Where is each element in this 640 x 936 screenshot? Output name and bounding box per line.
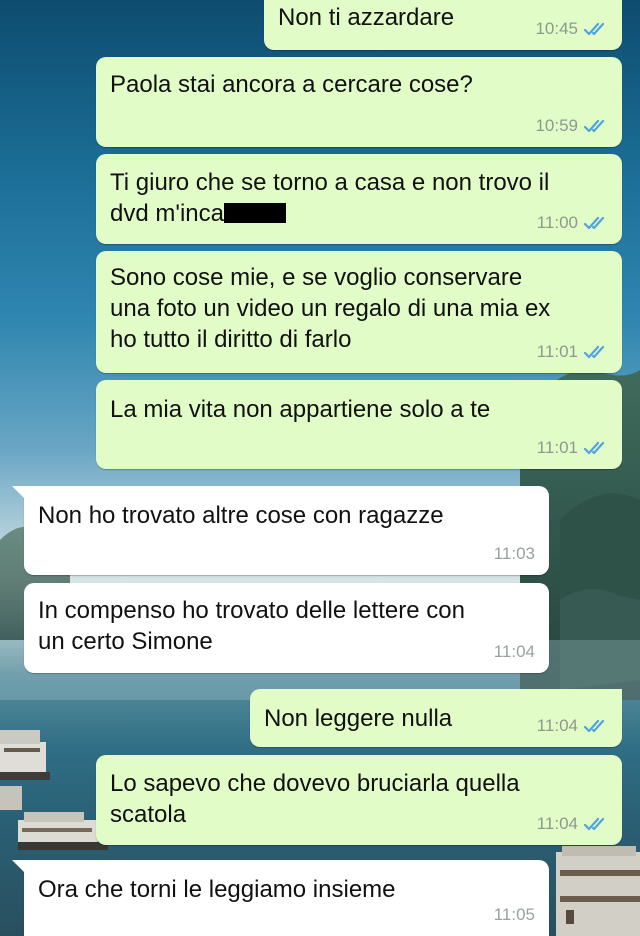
double-check-icon: [584, 22, 605, 35]
message-meta: 11:03: [494, 538, 535, 569]
message-text: Lo sapevo che dovevo bruciarla quella sc…: [110, 770, 520, 828]
bubble-tail: [12, 860, 26, 874]
message-time: 11:04: [493, 642, 535, 661]
double-check-icon: [584, 345, 605, 358]
message-outgoing[interactable]: Paola stai ancora a cercare cose? 10:59: [96, 57, 622, 147]
message-outgoing[interactable]: Non ti azzardare 10:45: [264, 0, 622, 50]
message-meta: 11:04: [494, 636, 535, 667]
message-text: Non ho trovato altre cose con ragazze: [38, 502, 444, 529]
message-text-visible: Ti giuro che se torno a casa e non trovo…: [110, 169, 550, 227]
message-meta: 10:59: [535, 110, 610, 141]
message-text: Sono cose mie, e se voglio conservare un…: [110, 264, 551, 353]
message-incoming[interactable]: In compenso ho trovato delle lettere con…: [24, 583, 549, 673]
message-time: 11:01: [536, 342, 578, 361]
message-text: La mia vita non appartiene solo a te: [110, 396, 491, 423]
message-time: 11:01: [536, 438, 578, 457]
message-meta: 11:05: [494, 899, 535, 930]
message-text: Paola stai ancora a cercare cose?: [110, 71, 473, 98]
bubble-tail: [12, 486, 26, 500]
message-outgoing[interactable]: Lo sapevo che dovevo bruciarla quella sc…: [96, 755, 622, 845]
message-time: 11:03: [493, 544, 535, 563]
message-meta: 11:04: [537, 808, 610, 839]
message-meta: 10:45: [535, 13, 610, 44]
message-outgoing[interactable]: Sono cose mie, e se voglio conservare un…: [96, 251, 622, 373]
message-time: 11:00: [536, 213, 578, 232]
message-incoming[interactable]: Ora che torni le leggiamo insieme 11:05: [12, 860, 549, 936]
double-check-icon: [584, 817, 605, 830]
message-incoming[interactable]: Non ho trovato altre cose con ragazze 11…: [12, 486, 549, 575]
message-meta: 11:01: [537, 336, 610, 367]
redaction-bar: [223, 203, 286, 223]
double-check-icon: [584, 719, 605, 732]
message-time: 11:04: [536, 814, 578, 833]
double-check-icon: [584, 216, 605, 229]
message-text: Ora che torni le leggiamo insieme: [38, 876, 396, 903]
message-text: Ti giuro che se torno a casa e non trovo…: [110, 158, 608, 229]
message-time: 10:59: [535, 116, 578, 135]
message-meta: 11:00: [537, 207, 610, 238]
message-list[interactable]: Non ti azzardare 10:45 Paola stai ancora…: [0, 0, 640, 936]
message-outgoing[interactable]: Non leggere nulla 11:04: [250, 689, 622, 747]
message-meta: 11:04: [537, 710, 610, 741]
message-meta: 11:01: [537, 432, 610, 463]
message-outgoing[interactable]: Ti giuro che se torno a casa e non trovo…: [96, 154, 622, 244]
message-outgoing[interactable]: La mia vita non appartiene solo a te 11:…: [96, 380, 622, 469]
message-time: 11:04: [536, 716, 578, 735]
message-text: In compenso ho trovato delle lettere con…: [38, 597, 465, 655]
double-check-icon: [584, 441, 605, 454]
message-time: 11:05: [493, 905, 535, 924]
message-time: 10:45: [535, 19, 578, 38]
double-check-icon: [584, 119, 605, 132]
